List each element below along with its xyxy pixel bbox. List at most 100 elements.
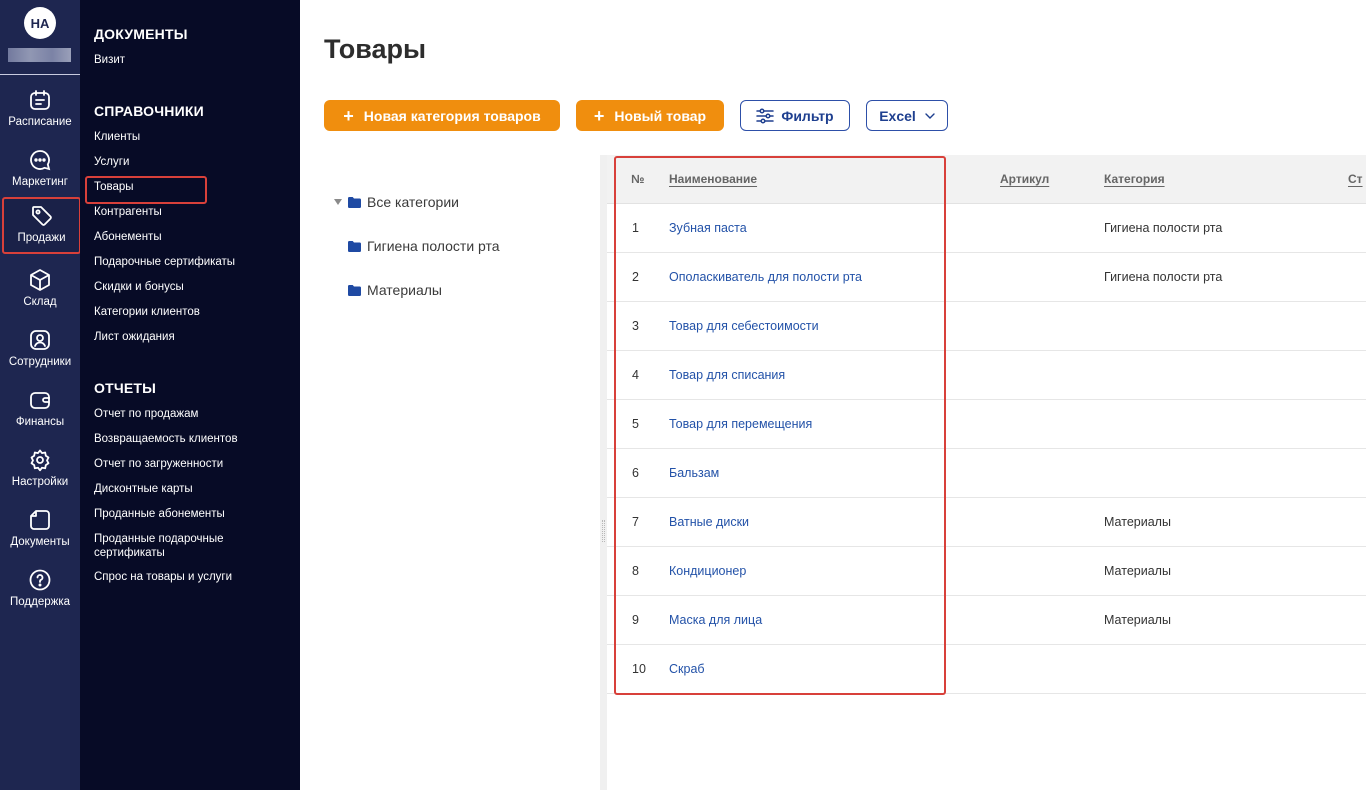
new-category-label: Новая категория товаров [363,107,541,124]
tree-item-all-categories[interactable]: Все категории [348,194,459,210]
avatar[interactable]: НА [24,7,56,39]
tree-item-label: Материалы [367,282,442,298]
rail-item-warehouse[interactable]: Склад [0,260,80,320]
sidebar-item-sold-gift-certificates[interactable]: Проданные подарочные сертификаты [94,532,254,560]
column-header-cut-off[interactable]: Ст [1348,172,1363,186]
cell-category: Гигиена полости рта [1104,221,1223,235]
sidebar-item-sold-subscriptions[interactable]: Проданные абонементы [94,507,225,521]
cell-number: 6 [632,466,639,480]
sidebar-item-discount-cards[interactable]: Дисконтные карты [94,482,193,496]
sidebar-item-clients[interactable]: Клиенты [94,130,140,144]
table-header: № Наименование Артикул Категория Ст [607,155,1366,204]
products-table: № Наименование Артикул Категория Ст 1 Зу… [607,155,1366,790]
table-row[interactable]: 7 Ватные диски Материалы [607,498,1366,547]
new-category-button[interactable]: + Новая категория товаров [324,100,560,131]
rail-item-sales[interactable]: Продажи [2,197,81,254]
calendar-icon [30,90,50,110]
filter-sliders-icon [756,107,775,124]
tree-item-materials[interactable]: Материалы [348,282,442,298]
cell-number: 4 [632,368,639,382]
filter-button[interactable]: Фильтр [740,100,850,131]
sidebar-item-visit[interactable]: Визит [94,53,125,67]
plus-icon: + [343,105,354,126]
table-row[interactable]: 1 Зубная паста Гигиена полости рта [607,204,1366,253]
sidebar-item-waitlist[interactable]: Лист ожидания [94,330,175,344]
page-title: Товары [324,34,427,64]
rail-item-settings[interactable]: Настройки [0,440,80,500]
sidebar-item-client-categories[interactable]: Категории клиентов [94,305,200,319]
cell-number: 2 [632,270,639,284]
cell-number: 10 [632,662,646,676]
column-header-sku[interactable]: Артикул [1000,172,1049,186]
excel-dropdown[interactable]: Excel [866,100,948,131]
cell-product-name-link[interactable]: Ватные диски [669,515,749,529]
sidebar-heading-documents: ДОКУМЕНТЫ [94,26,188,42]
sidebar-item-sales-report[interactable]: Отчет по продажам [94,407,198,421]
table-row[interactable]: 2 Ополаскиватель для полости рта Гигиена… [607,253,1366,302]
cell-product-name-link[interactable]: Товар для перемещения [669,417,812,431]
sidebar-item-counterparties[interactable]: Контрагенты [94,205,162,219]
panel-splitter[interactable] [600,155,607,790]
sidebar-item-gift-certificates[interactable]: Подарочные сертификаты [94,255,235,269]
gear-icon [30,449,50,472]
column-header-category[interactable]: Категория [1104,172,1165,186]
rail-label: Расписание [8,116,72,128]
rail-label: Настройки [11,476,69,488]
table-row[interactable]: 5 Товар для перемещения [607,400,1366,449]
cell-number: 5 [632,417,639,431]
cell-number: 3 [632,319,639,333]
table-row[interactable]: 3 Товар для себестоимости [607,302,1366,351]
rail-item-staff[interactable]: Сотрудники [0,320,80,380]
rail-item-support[interactable]: Поддержка [0,560,80,620]
sidebar-item-discounts[interactable]: Скидки и бонусы [94,280,184,294]
table-row[interactable]: 8 Кондиционер Материалы [607,547,1366,596]
cell-product-name-link[interactable]: Бальзам [669,466,719,480]
folder-icon [348,284,361,296]
tree-item-oral-hygiene[interactable]: Гигиена полости рта [348,238,500,254]
rail-item-marketing[interactable]: Маркетинг [0,140,80,200]
rail-item-documents[interactable]: Документы [0,500,80,560]
icon-rail: НА Расписание Маркетинг Продажи Склад Со… [0,0,81,790]
expand-caret-icon[interactable] [334,199,342,205]
rail-item-schedule[interactable]: Расписание [0,80,80,140]
rail-label: Поддержка [10,596,70,608]
table-row[interactable]: 4 Товар для списания [607,351,1366,400]
rail-label: Сотрудники [8,356,72,368]
cell-product-name-link[interactable]: Товар для себестоимости [669,319,819,333]
help-icon [29,569,51,591]
rail-label: Продажи [17,232,66,244]
cell-product-name-link[interactable]: Маска для лица [669,613,762,627]
rail-label: Склад [23,296,57,308]
table-row[interactable]: 9 Маска для лица Материалы [607,596,1366,645]
table-row[interactable]: 10 Скраб [607,645,1366,694]
folder-icon [348,240,361,252]
cell-product-name-link[interactable]: Зубная паста [669,221,747,235]
cell-product-name-link[interactable]: Кондиционер [669,564,746,578]
new-product-label: Новый товар [614,107,707,124]
sidebar-item-demand[interactable]: Спрос на товары и услуги [94,570,232,584]
sidebar-item-services[interactable]: Услуги [94,155,129,169]
sidebar-item-workload-report[interactable]: Отчет по загруженности [94,457,223,471]
cell-number: 9 [632,613,639,627]
rail-item-finance[interactable]: Финансы [0,380,80,440]
cell-product-name-link[interactable]: Скраб [669,662,705,676]
sidebar-heading-directories: СПРАВОЧНИКИ [94,103,204,119]
rail-label: Финансы [15,416,65,428]
cell-product-name-link[interactable]: Ополаскиватель для полости рта [669,270,862,284]
rail-label: Маркетинг [12,176,68,188]
cell-category: Материалы [1104,515,1171,529]
wallet-icon [30,392,50,409]
new-product-button[interactable]: + Новый товар [576,100,724,131]
tree-item-label: Все категории [367,194,459,210]
sidebar-item-subscriptions[interactable]: Абонементы [94,230,162,244]
column-header-name[interactable]: Наименование [669,172,757,186]
cell-number: 1 [632,221,639,235]
cell-number: 8 [632,564,639,578]
box-icon [30,269,50,291]
cell-category: Гигиена полости рта [1104,270,1223,284]
cell-category: Материалы [1104,564,1171,578]
cell-product-name-link[interactable]: Товар для списания [669,368,785,382]
drag-handle-icon[interactable] [602,520,605,542]
table-row[interactable]: 6 Бальзам [607,449,1366,498]
sidebar-item-client-retention[interactable]: Возвращаемость клиентов [94,432,238,446]
